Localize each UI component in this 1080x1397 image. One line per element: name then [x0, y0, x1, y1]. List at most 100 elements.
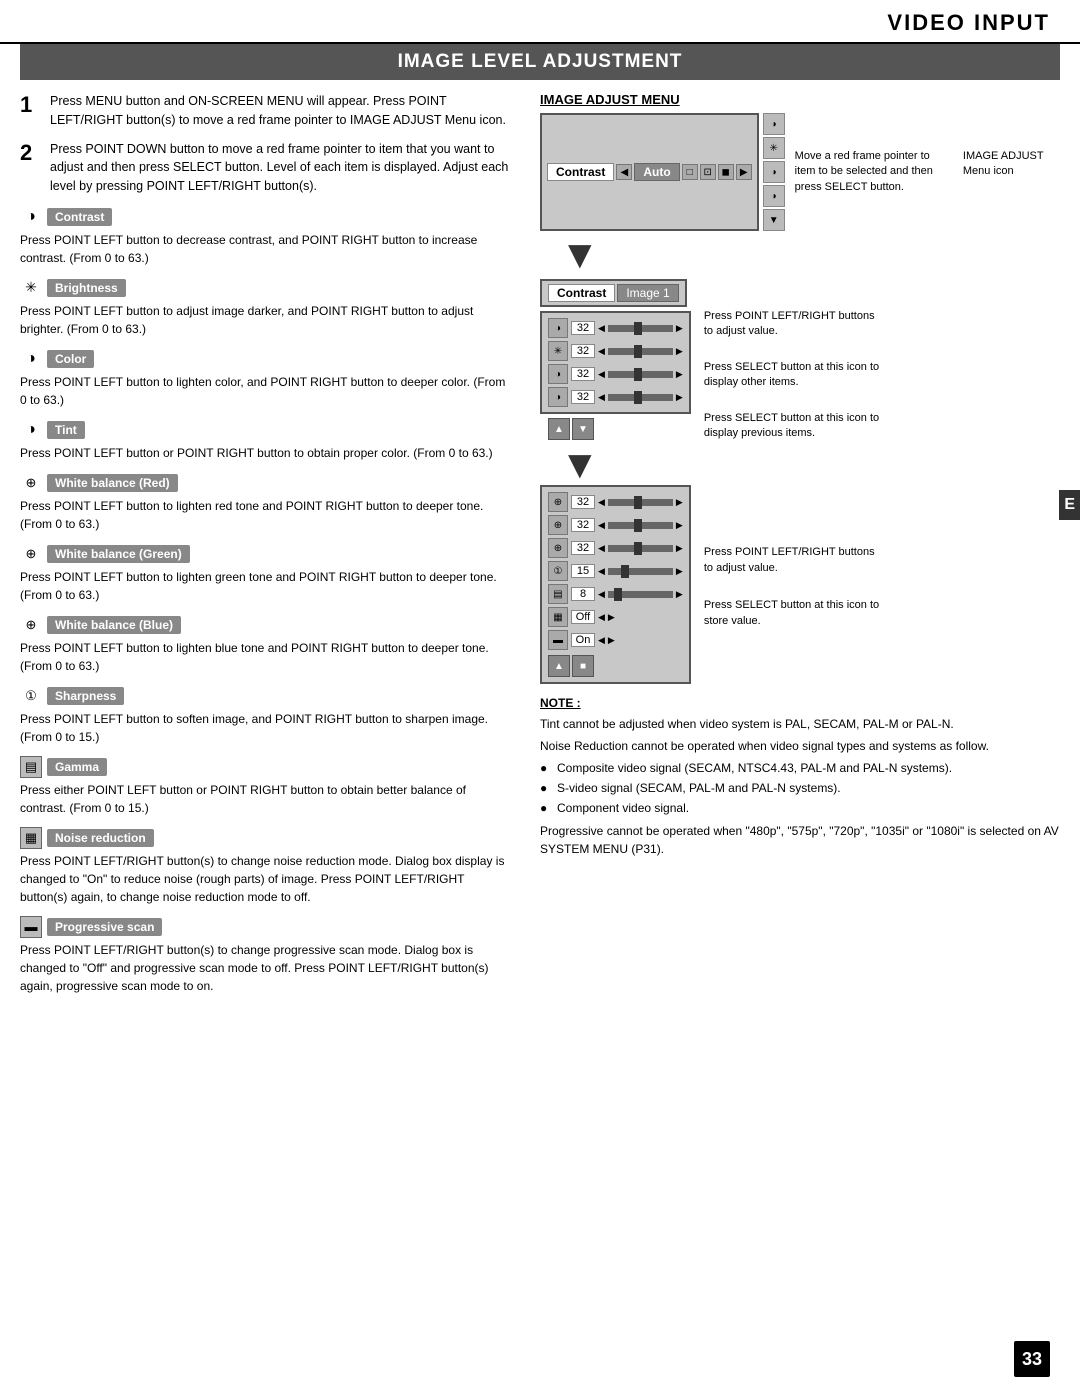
adj-arrow-left-1[interactable]: ◀	[598, 323, 605, 334]
callout1-line2: item to be selected and then	[795, 164, 933, 179]
adj-arrow-right-3[interactable]: ▶	[676, 369, 683, 380]
wb-green-label: White balance (Green)	[47, 545, 190, 563]
feature-contrast: ◑ Contrast Press POINT LEFT button to de…	[20, 206, 512, 267]
full-adj-value-5: 8	[571, 587, 595, 601]
right-column: IMAGE ADJUST MENU Contrast ◀ Auto □ ⊡ ◼ …	[530, 80, 1060, 1005]
full-adj-arrowl-4[interactable]: ◀	[598, 566, 605, 577]
wb-green-icon: ⊕	[20, 543, 42, 565]
full-adj-value-2: 32	[571, 518, 595, 532]
nav-icon-up[interactable]: ▲	[548, 418, 570, 440]
menu-icon-prev[interactable]: ◀	[616, 164, 632, 180]
full-adj-value-6: Off	[571, 610, 595, 624]
side-icon-4: ◑	[763, 185, 785, 207]
full-adj-slider-4	[608, 568, 673, 575]
side-icon-3: ◑	[763, 161, 785, 183]
contrast-desc: Press POINT LEFT button to decrease cont…	[20, 231, 512, 267]
full-adj-arrowr-6[interactable]: ▶	[608, 612, 615, 623]
note-line-2: Noise Reduction cannot be operated when …	[540, 737, 1060, 755]
brightness-icon: ✳	[20, 277, 42, 299]
store-icon-store[interactable]: ■	[572, 655, 594, 677]
full-adj-arrowl-2[interactable]: ◀	[598, 520, 605, 531]
full-adj-arrowl-7[interactable]: ◀	[598, 635, 605, 646]
full-adj-arrowl-5[interactable]: ◀	[598, 589, 605, 600]
noise-reduction-icon: ▦	[20, 827, 42, 849]
full-adj-icon-2: ⊕	[548, 515, 568, 535]
full-adj-arrowr-5[interactable]: ▶	[676, 589, 683, 600]
note-title: NOTE :	[540, 694, 1060, 712]
color-desc: Press POINT LEFT button to lighten color…	[20, 373, 512, 409]
callout6: Press SELECT button at this icon to stor…	[704, 598, 879, 629]
full-adj-arrowr-3[interactable]: ▶	[676, 543, 683, 554]
brightness-label: Brightness	[47, 279, 126, 297]
side-icon-1: ◑	[763, 113, 785, 135]
store-icon-up[interactable]: ▲	[548, 655, 570, 677]
adj-arrow-left-4[interactable]: ◀	[598, 392, 605, 403]
adj-tab-contrast: Contrast	[548, 284, 615, 302]
step-2-text: Press POINT DOWN button to move a red fr…	[50, 140, 512, 196]
feature-brightness: ✳ Brightness Press POINT LEFT button to …	[20, 277, 512, 338]
sharpness-label: Sharpness	[47, 687, 124, 705]
bullet-dot-2: ●	[540, 779, 552, 797]
full-adj-icon-6: ▦	[548, 607, 568, 627]
feature-wb-green: ⊕ White balance (Green) Press POINT LEFT…	[20, 543, 512, 604]
adj-tab-image1: Image 1	[617, 284, 678, 302]
gamma-icon: ▤	[20, 756, 42, 778]
feature-progressive-scan: ▬ Progressive scan Press POINT LEFT/RIGH…	[20, 916, 512, 995]
wb-blue-label: White balance (Blue)	[47, 616, 181, 634]
noise-reduction-desc: Press POINT LEFT/RIGHT button(s) to chan…	[20, 852, 512, 906]
tint-icon: ◑	[20, 419, 42, 441]
full-adj-arrowr-1[interactable]: ▶	[676, 497, 683, 508]
image-adjust-menu-title: IMAGE ADJUST MENU	[540, 92, 1060, 107]
adj-slider-2	[608, 348, 673, 355]
callout1-line1: Move a red frame pointer to	[795, 149, 933, 164]
full-adj-icon-4: ①	[548, 561, 568, 581]
progressive-scan-desc: Press POINT LEFT/RIGHT button(s) to chan…	[20, 941, 512, 995]
menu-icon-box1: □	[682, 164, 698, 180]
video-input-header: VIDEO INPUT	[0, 0, 1080, 44]
tint-label: Tint	[47, 421, 85, 439]
arrow-down-1: ▼	[560, 235, 1060, 275]
adj-value-2: 32	[571, 344, 595, 358]
adj-arrow-left-3[interactable]: ◀	[598, 369, 605, 380]
full-adj-arrowl-1[interactable]: ◀	[598, 497, 605, 508]
bullet-2-text: S-video signal (SECAM, PAL-M and PAL-N s…	[557, 779, 841, 797]
feature-sharpness: ① Sharpness Press POINT LEFT button to s…	[20, 685, 512, 746]
section-title-bar: IMAGE LEVEL ADJUSTMENT	[20, 44, 1060, 80]
full-adj-arrowl-3[interactable]: ◀	[598, 543, 605, 554]
full-adj-arrowr-4[interactable]: ▶	[676, 566, 683, 577]
page-number: 33	[1014, 1341, 1050, 1377]
bullet-3-text: Component video signal.	[557, 799, 689, 817]
adj-arrow-right-1[interactable]: ▶	[676, 323, 683, 334]
full-adj-arrowr-2[interactable]: ▶	[676, 520, 683, 531]
adj-arrow-left-2[interactable]: ◀	[598, 346, 605, 357]
menu-tab-contrast: Contrast	[547, 163, 614, 181]
menu-tab-auto: Auto	[634, 163, 679, 181]
wb-blue-desc: Press POINT LEFT button to lighten blue …	[20, 639, 512, 675]
callout2: Press POINT LEFT/RIGHT buttons to adjust…	[704, 309, 879, 340]
step-1: 1 Press MENU button and ON-SCREEN MENU w…	[20, 92, 512, 130]
adj-slider-4	[608, 394, 673, 401]
feature-wb-red: ⊕ White balance (Red) Press POINT LEFT b…	[20, 472, 512, 533]
contrast-icon: ◑	[20, 206, 42, 228]
adj-value-1: 32	[571, 321, 595, 335]
feature-gamma: ▤ Gamma Press either POINT LEFT button o…	[20, 756, 512, 817]
adj-slider-1	[608, 325, 673, 332]
menu-icon-box2: ⊡	[700, 164, 716, 180]
adj-arrow-right-4[interactable]: ▶	[676, 392, 683, 403]
nav-icon-down[interactable]: ▼	[572, 418, 594, 440]
adj-arrow-right-2[interactable]: ▶	[676, 346, 683, 357]
full-adj-arrowl-6[interactable]: ◀	[598, 612, 605, 623]
color-label: Color	[47, 350, 94, 368]
wb-green-desc: Press POINT LEFT button to lighten green…	[20, 568, 512, 604]
full-adj-slider-2	[608, 522, 673, 529]
e-tab: E	[1059, 490, 1080, 520]
menu-icon-next[interactable]: ▶	[736, 164, 752, 180]
full-adj-value-7: On	[571, 633, 595, 647]
callout5: Press POINT LEFT/RIGHT buttons to adjust…	[704, 545, 879, 576]
left-column: 1 Press MENU button and ON-SCREEN MENU w…	[20, 80, 530, 1005]
step-1-text: Press MENU button and ON-SCREEN MENU wil…	[50, 92, 512, 130]
side-icon-2: ✳	[763, 137, 785, 159]
callout1-line3: press SELECT button.	[795, 180, 933, 195]
callout-image-adjust-line1: IMAGE ADJUST	[963, 149, 1044, 164]
full-adj-arrowr-7[interactable]: ▶	[608, 635, 615, 646]
